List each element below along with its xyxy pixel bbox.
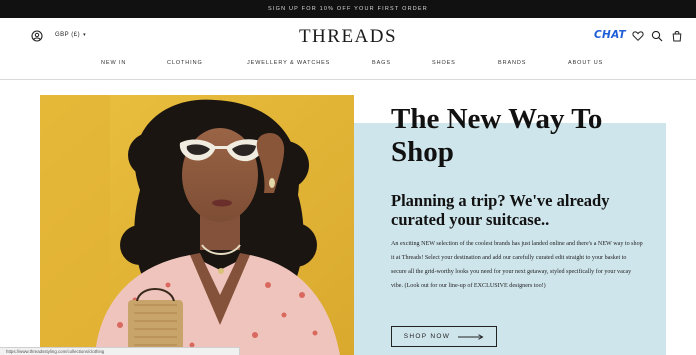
model-photo — [40, 95, 354, 355]
hero-title: The New Way To Shop — [391, 103, 603, 168]
heart-icon[interactable] — [632, 30, 644, 42]
nav-item-about-us[interactable]: ABOUT US — [568, 60, 603, 66]
bag-icon[interactable] — [671, 30, 683, 42]
nav-item-new-in[interactable]: NEW IN — [101, 60, 126, 66]
promo-text: SIGN UP FOR 10% OFF YOUR FIRST ORDER — [268, 6, 428, 12]
hero-subtitle: Planning a trip? We've already curated y… — [391, 191, 610, 229]
nav-item-clothing[interactable]: CLOTHING — [167, 60, 203, 66]
user-icon[interactable] — [31, 30, 43, 42]
shop-now-button[interactable]: SHOP NOW — [391, 326, 497, 347]
arrow-right-icon — [458, 333, 484, 340]
status-bar-url: https://www.threadsstyling.com/collectio… — [0, 347, 240, 355]
currency-selector[interactable]: GBP (£) ▾ — [55, 32, 86, 38]
site-header: GBP (£) ▾ THREADS CHAT NEW IN CLOTHING J… — [0, 18, 696, 80]
chat-button[interactable]: CHAT — [594, 29, 626, 41]
search-icon[interactable] — [651, 30, 663, 42]
nav-item-shoes[interactable]: SHOES — [432, 60, 456, 66]
chevron-down-icon: ▾ — [83, 32, 87, 38]
nav-item-brands[interactable]: BRANDS — [498, 60, 526, 66]
hero-description: An exciting NEW selection of the coolest… — [391, 241, 643, 289]
shop-now-label: SHOP NOW — [403, 333, 451, 340]
site-logo[interactable]: THREADS — [0, 26, 696, 48]
nav-item-jewellery-watches[interactable]: JEWELLERY & WATCHES — [247, 60, 330, 66]
nav-item-bags[interactable]: BAGS — [372, 60, 391, 66]
main-nav: NEW IN CLOTHING JEWELLERY & WATCHES BAGS… — [0, 60, 696, 72]
currency-label: GBP (£) — [55, 32, 81, 38]
hero-image[interactable] — [40, 95, 354, 355]
promo-banner[interactable]: SIGN UP FOR 10% OFF YOUR FIRST ORDER — [0, 0, 696, 18]
